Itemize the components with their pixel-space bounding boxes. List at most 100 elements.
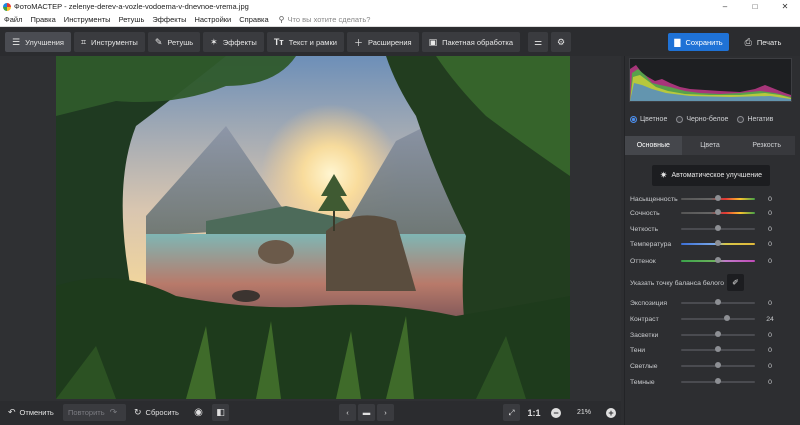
tone-slider-value: 0 bbox=[768, 378, 772, 386]
tone-slider-row: Контраст 24 bbox=[630, 314, 775, 324]
printer-icon: ⎙ bbox=[744, 36, 752, 47]
menu-retouch[interactable]: Ретушь bbox=[115, 15, 149, 24]
prev-image-button[interactable]: ‹ bbox=[339, 404, 356, 421]
open-folder-button[interactable]: ▬ bbox=[358, 404, 375, 421]
color-slider-value: 0 bbox=[768, 195, 772, 203]
color-slider-handle[interactable] bbox=[715, 225, 721, 231]
undo-icon: ↶ bbox=[8, 407, 16, 417]
color-slider-label: Насыщенность bbox=[630, 195, 678, 203]
tone-slider-handle[interactable] bbox=[715, 378, 721, 384]
tone-slider-label: Контраст bbox=[630, 315, 659, 323]
brush-icon: ✎ bbox=[154, 36, 163, 47]
search-placeholder: Что вы хотите сделать? bbox=[287, 15, 371, 24]
tone-slider-label: Тени bbox=[630, 346, 646, 354]
tab-enhancements-label: Улучшения bbox=[25, 37, 64, 47]
print-button[interactable]: ⎙ Печать bbox=[734, 33, 792, 51]
preview-toggle-button[interactable]: ◉ bbox=[190, 404, 207, 421]
tab-text-frames-label: Текст и рамки bbox=[288, 37, 337, 47]
photo-canvas[interactable] bbox=[56, 56, 570, 399]
tab-retouch-label: Ретушь bbox=[167, 37, 194, 47]
actual-size-label: 1:1 bbox=[527, 407, 541, 418]
undo-label: Отменить bbox=[19, 408, 54, 417]
zoom-percent: 21% bbox=[576, 409, 591, 416]
reset-icon: ↻ bbox=[134, 407, 142, 417]
zoom-out-button[interactable]: − bbox=[550, 404, 562, 421]
tone-slider-handle[interactable] bbox=[715, 362, 721, 368]
radio-bw[interactable] bbox=[676, 116, 684, 123]
color-slider-row: Четкость 0 bbox=[630, 224, 775, 234]
radio-color[interactable] bbox=[630, 116, 637, 123]
tab-batch-label: Пакетная обработка bbox=[442, 37, 513, 47]
zoom-out-icon: − bbox=[551, 407, 561, 418]
color-slider-row: Сочность 0 bbox=[630, 208, 775, 218]
menu-help[interactable]: Справка bbox=[235, 15, 272, 24]
sliders-plus-icon: ⚌ bbox=[533, 36, 543, 47]
tab-basic[interactable]: Основные bbox=[625, 136, 682, 155]
color-slider-row: Оттенок 0 bbox=[630, 256, 775, 266]
mode-color[interactable]: Цветное bbox=[630, 116, 667, 123]
color-slider-handle[interactable] bbox=[715, 257, 721, 263]
menu-settings[interactable]: Настройки bbox=[190, 15, 235, 24]
menu-file[interactable]: Файл bbox=[0, 15, 26, 24]
tab-sharpness[interactable]: Резкость bbox=[738, 136, 796, 155]
reset-label: Сбросить bbox=[145, 408, 179, 417]
histogram bbox=[629, 58, 792, 102]
tone-slider-handle[interactable] bbox=[723, 315, 730, 321]
command-search[interactable]: ⚲ Что вы хотите сделать? bbox=[279, 15, 371, 24]
crop-icon: ⌗ bbox=[80, 36, 87, 47]
tab-text-frames[interactable]: Tт Текст и рамки bbox=[266, 32, 344, 52]
tab-retouch[interactable]: ✎ Ретушь bbox=[147, 32, 201, 52]
compare-button[interactable]: ◧ bbox=[212, 404, 229, 421]
menu-tools[interactable]: Инструменты bbox=[60, 15, 115, 24]
tab-batch[interactable]: ▣ Пакетная обработка bbox=[421, 32, 520, 52]
tab-effects[interactable]: ✶ Эффекты bbox=[203, 32, 264, 52]
tab-extensions[interactable]: ＋ Расширения bbox=[346, 32, 419, 52]
save-button[interactable]: ▇ Сохранить bbox=[668, 33, 729, 51]
tab-colors[interactable]: Цвета bbox=[681, 136, 739, 155]
auto-enhance-label: Автоматическое улучшение bbox=[671, 172, 763, 179]
eyedropper-icon: ✐ bbox=[732, 278, 739, 287]
mode-negative[interactable]: Негатив bbox=[737, 116, 773, 123]
menu-effects[interactable]: Эффекты bbox=[148, 15, 190, 24]
color-slider-handle[interactable] bbox=[715, 209, 721, 215]
tone-slider-row: Темные 0 bbox=[630, 377, 775, 387]
maximize-button[interactable]: □ bbox=[740, 0, 770, 13]
auto-enhance-button[interactable]: ✷ Автоматическое улучшение bbox=[652, 165, 770, 186]
zoom-in-button[interactable]: + bbox=[605, 404, 617, 421]
tone-slider-handle[interactable] bbox=[715, 346, 721, 352]
adjust-add-button[interactable]: ⚌ bbox=[528, 32, 548, 52]
tone-slider-handle[interactable] bbox=[715, 299, 721, 305]
text-icon: Tт bbox=[273, 37, 284, 47]
plus-icon: ＋ bbox=[353, 37, 363, 48]
fit-screen-button[interactable]: ⤢ bbox=[503, 404, 520, 421]
radio-negative[interactable] bbox=[737, 116, 745, 123]
reset-button[interactable]: ↻ Сбросить bbox=[134, 404, 179, 421]
color-slider-handle[interactable] bbox=[715, 240, 721, 246]
next-image-button[interactable]: › bbox=[377, 404, 394, 421]
tone-slider-track[interactable] bbox=[681, 318, 755, 320]
sliders-icon: ☰ bbox=[12, 36, 21, 47]
tone-slider-value: 0 bbox=[768, 331, 772, 339]
tab-tools[interactable]: ⌗ Инструменты bbox=[73, 32, 145, 52]
redo-button[interactable]: Повторить ↷ bbox=[63, 404, 127, 421]
tone-slider-handle[interactable] bbox=[715, 331, 721, 337]
close-button[interactable]: ✕ bbox=[770, 0, 800, 13]
landscape-photo bbox=[56, 56, 570, 399]
tab-enhancements[interactable]: ☰ Улучшения bbox=[5, 32, 71, 52]
title-bar: ФотоМАСТЕР - zelenye-derev-a-vozle-vodoe… bbox=[0, 0, 800, 13]
white-balance-picker-button[interactable]: ✐ bbox=[727, 274, 744, 291]
color-slider-label: Четкость bbox=[630, 225, 659, 233]
mode-bw[interactable]: Черно-белое bbox=[676, 116, 728, 123]
color-slider-value: 0 bbox=[768, 225, 772, 233]
sliders-gear-icon: ⚙ bbox=[556, 36, 566, 47]
magic-stars-icon: ✷ bbox=[659, 170, 668, 180]
undo-button[interactable]: ↶ Отменить bbox=[8, 404, 54, 421]
actual-size-button[interactable]: 1:1 bbox=[526, 404, 542, 421]
color-slider-handle[interactable] bbox=[715, 195, 721, 201]
tone-slider-row: Светлые 0 bbox=[630, 361, 775, 371]
adjust-settings-button[interactable]: ⚙ bbox=[551, 32, 571, 52]
mode-bw-label: Черно-белое bbox=[686, 116, 729, 123]
menu-edit[interactable]: Правка bbox=[26, 15, 59, 24]
search-icon: ⚲ bbox=[278, 15, 285, 24]
minimize-button[interactable]: – bbox=[710, 0, 740, 13]
